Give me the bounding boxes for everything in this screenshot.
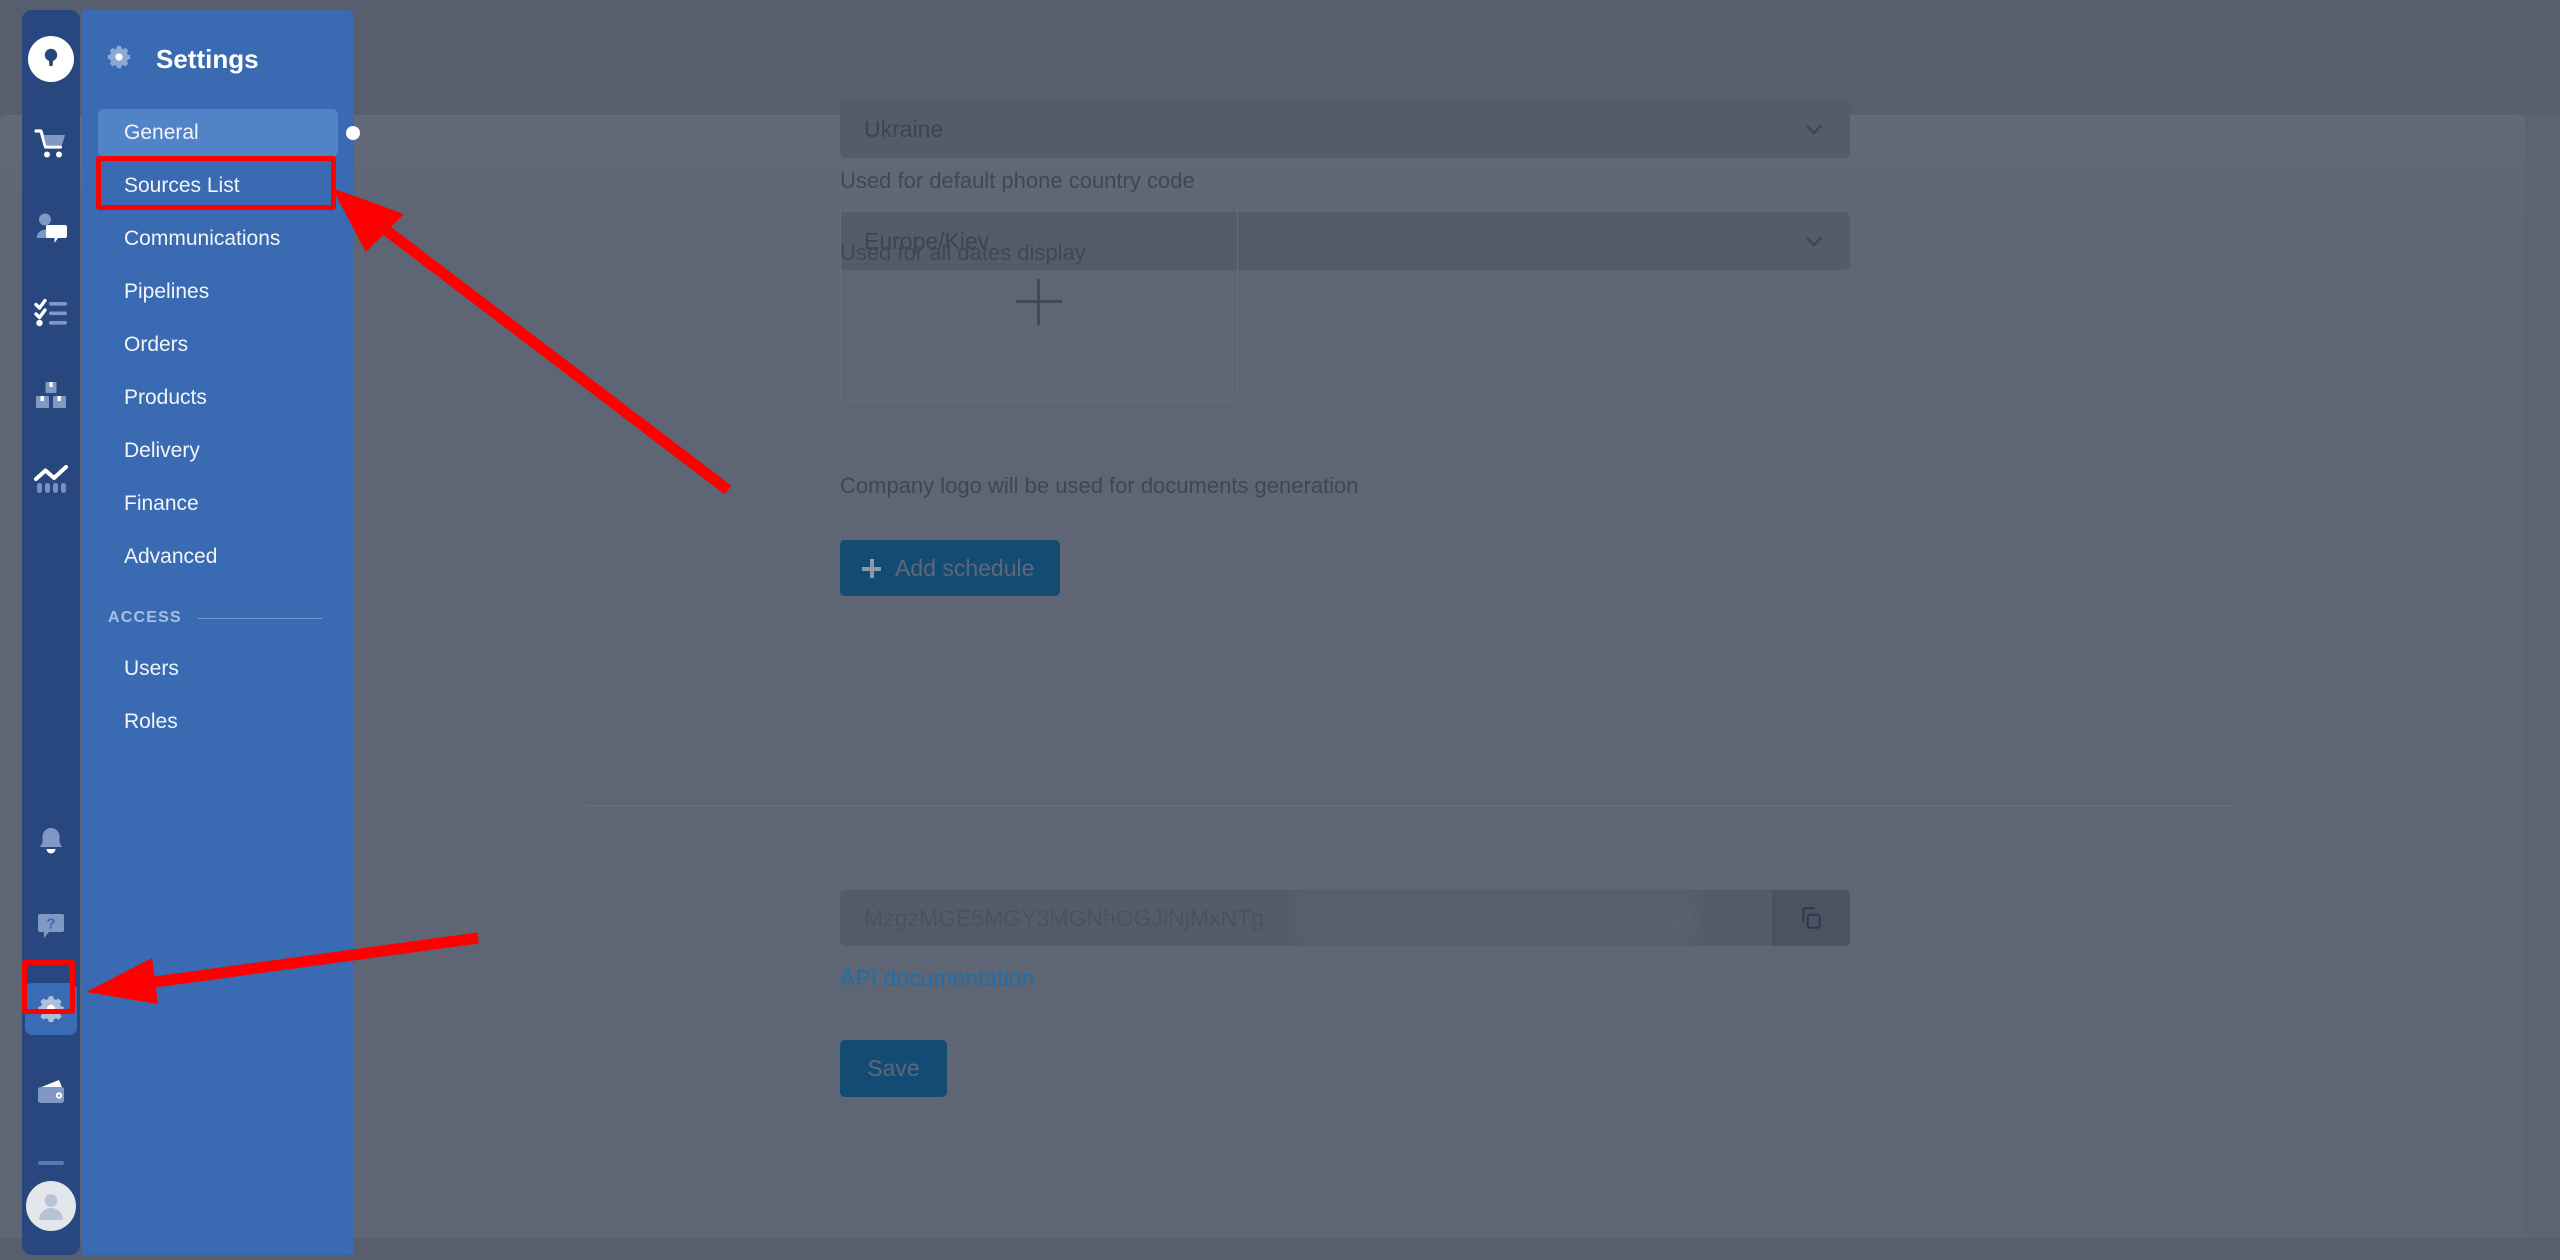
gear-icon [106, 44, 132, 75]
menu-item-label: Communications [124, 227, 281, 250]
save-label: Save [867, 1055, 920, 1081]
help-bubble-icon[interactable]: ? [25, 899, 77, 951]
settings-panel: Settings General Sources List Communicat… [82, 10, 360, 1255]
lock-keyhole-icon[interactable] [28, 36, 74, 82]
menu-item-label: Orders [124, 333, 189, 356]
country-select[interactable]: Ukraine [840, 100, 1850, 158]
general-settings-form: Ukraine Used for default phone country c… [585, 0, 2460, 1260]
icon-rail: ? [22, 10, 80, 1255]
settings-menu-item-sources-list[interactable]: Sources List [98, 162, 338, 210]
settings-menu-item-roles[interactable]: Roles [98, 698, 338, 746]
logo-help-text: Company logo will be used for documents … [840, 473, 1359, 498]
menu-item-label: Products [124, 386, 207, 409]
user-avatar[interactable] [26, 1181, 76, 1231]
settings-panel-header: Settings [82, 10, 354, 75]
section-rule [197, 617, 322, 619]
menu-item-label: Users [124, 657, 179, 680]
settings-menu-item-delivery[interactable]: Delivery [98, 427, 338, 475]
access-section-header: ACCESS [108, 609, 322, 627]
chat-contact-icon[interactable] [25, 202, 77, 254]
cart-icon[interactable] [25, 118, 77, 170]
checklist-icon[interactable] [25, 286, 77, 338]
plus-icon [1016, 279, 1062, 325]
settings-menu-item-general[interactable]: General [98, 109, 360, 157]
settings-menu-item-orders[interactable]: Orders [98, 321, 338, 369]
section-divider [585, 805, 2235, 806]
save-button[interactable]: Save [840, 1040, 947, 1097]
menu-item-label: Roles [124, 710, 178, 733]
menu-item-label: Finance [124, 492, 199, 515]
active-indicator-dot [346, 126, 360, 140]
settings-menu-item-communications[interactable]: Communications [98, 215, 338, 263]
svg-text:?: ? [46, 916, 55, 933]
menu-item-label: Advanced [124, 545, 218, 568]
settings-menu-item-users[interactable]: Users [98, 645, 338, 693]
settings-menu-item-products[interactable]: Products [98, 374, 338, 422]
wallet-icon[interactable] [25, 1067, 77, 1119]
chevron-down-icon [1800, 115, 1828, 143]
settings-menu: General Sources List Communications Pipe… [82, 109, 360, 746]
analytics-chart-icon[interactable] [25, 454, 77, 506]
settings-panel-title: Settings [156, 44, 259, 74]
country-select-value: Ukraine [864, 115, 944, 142]
settings-menu-item-advanced[interactable]: Advanced [98, 533, 338, 581]
access-section-label: ACCESS [108, 609, 182, 626]
rail-primary-icons [25, 118, 77, 538]
menu-item-label: Delivery [124, 439, 200, 462]
rail-divider [38, 1161, 64, 1165]
api-documentation-link[interactable]: API documentation [840, 965, 1034, 992]
menu-item-label: General [124, 121, 199, 144]
add-schedule-button[interactable]: Add schedule [840, 540, 1061, 596]
plus-icon [862, 558, 881, 578]
settings-menu-item-pipelines[interactable]: Pipelines [98, 268, 338, 316]
api-key-masked-region [1295, 894, 1695, 942]
add-schedule-label: Add schedule [895, 554, 1035, 581]
rail-secondary-icons: ? [25, 815, 77, 1255]
chevron-down-icon [1800, 227, 1828, 255]
screen: Ukraine Used for default phone country c… [0, 0, 2560, 1260]
copy-icon[interactable] [1772, 890, 1850, 946]
bell-icon[interactable] [25, 815, 77, 867]
menu-item-label: Sources List [124, 174, 240, 197]
country-help-text: Used for default phone country code [840, 168, 1195, 193]
api-key-value: MzgzMGE5MGY3MGNhOGJiNjMxNTg [864, 904, 1264, 931]
boxes-icon[interactable] [25, 370, 77, 422]
api-key-field[interactable]: MzgzMGE5MGY3MGNhOGJiNjMxNTg [840, 890, 1850, 946]
gear-icon[interactable] [25, 983, 77, 1035]
settings-menu-item-finance[interactable]: Finance [98, 480, 338, 528]
logo-upload-dropzone[interactable] [840, 202, 1238, 402]
menu-item-label: Pipelines [124, 280, 210, 303]
